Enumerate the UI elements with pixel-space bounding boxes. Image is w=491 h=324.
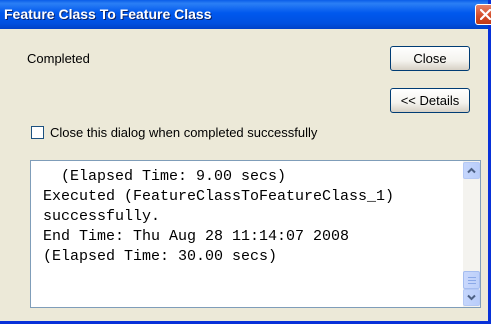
- vertical-scrollbar[interactable]: [463, 161, 480, 307]
- title-close-button[interactable]: [475, 4, 491, 25]
- close-on-success-label: Close this dialog when completed success…: [50, 125, 318, 140]
- log-text: (Elapsed Time: 9.00 secs) Executed (Featu…: [43, 167, 453, 267]
- log-line: (Elapsed Time: 30.00 secs): [43, 248, 278, 265]
- scroll-thumb[interactable]: [463, 271, 480, 289]
- dialog-window: Feature Class To Feature Class Completed…: [0, 0, 491, 324]
- log-line: successfully.: [43, 208, 161, 225]
- chevron-down-icon: [467, 294, 476, 301]
- close-button[interactable]: Close: [390, 46, 470, 71]
- status-text: Completed: [27, 51, 90, 66]
- window-title: Feature Class To Feature Class: [4, 6, 212, 22]
- log-line: (Elapsed Time: 9.00 secs): [43, 168, 287, 185]
- details-button[interactable]: << Details: [390, 88, 470, 113]
- close-icon: [480, 9, 491, 20]
- chevron-up-icon: [467, 167, 476, 174]
- scroll-down-button[interactable]: [463, 289, 480, 306]
- title-bar[interactable]: Feature Class To Feature Class: [0, 0, 491, 29]
- close-on-success-option[interactable]: Close this dialog when completed success…: [31, 125, 317, 140]
- log-line: Executed (FeatureClassToFeatureClass_1): [43, 188, 395, 205]
- close-on-success-checkbox[interactable]: [31, 126, 44, 139]
- message-log[interactable]: (Elapsed Time: 9.00 secs) Executed (Featu…: [30, 160, 481, 308]
- log-line: End Time: Thu Aug 28 11:14:07 2008: [43, 228, 350, 245]
- scroll-up-button[interactable]: [463, 162, 480, 179]
